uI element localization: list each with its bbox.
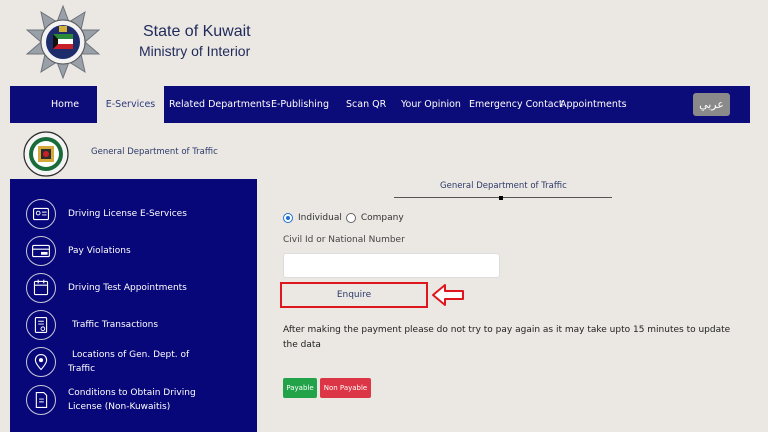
sidebar-item-traffic-transactions[interactable]: Traffic Transactions [10,310,257,344]
sidebar-item-label: Traffic Transactions [72,320,159,330]
site-header: State of Kuwait Ministry of Interior [0,0,768,86]
sidebar-item-label: Pay Violations [68,246,131,256]
civil-id-input[interactable] [283,253,500,278]
nav-e-services[interactable]: E-Services [97,86,164,123]
document-stamp-icon [26,310,56,340]
nav-home[interactable]: Home [51,86,79,123]
nav-e-publishing[interactable]: E-Publishing [271,86,329,123]
sidebar-item-conditions[interactable]: Conditions to Obtain Driving License (No… [10,385,257,419]
payment-card-icon [26,236,56,266]
sidebar-item-driving-test[interactable]: Driving Test Appointments [10,273,257,307]
main-title: General Department of Traffic [440,181,567,191]
nav-appointments[interactable]: Appointments [560,86,627,123]
payable-button[interactable]: Payable [283,378,317,398]
nav-related-departments[interactable]: Related Departments [169,86,271,123]
pdf-document-icon [26,385,56,415]
nav-scan-qr[interactable]: Scan QR [346,86,386,123]
calendar-icon [26,273,56,303]
language-toggle-button[interactable]: عربي [693,93,730,116]
sidebar-item-driving-license[interactable]: Driving License E-Services [10,199,257,233]
title-divider-dot [499,196,503,200]
title-divider [394,197,612,198]
radio-company[interactable] [345,213,356,223]
sidebar: Driving License E-Services Pay Violation… [10,179,257,432]
sidebar-item-label: Driving License E-Services [68,209,187,219]
location-pin-icon [26,347,56,377]
enquire-highlight-box: Enquire [280,282,428,308]
civil-id-label: Civil Id or National Number [283,235,405,245]
sidebar-item-label: Locations of Gen. Dept. of [72,350,190,360]
main-nav: Home E-Services Related Departments E-Pu… [10,86,750,123]
kuwait-police-emblem-icon[interactable] [26,4,100,82]
department-title: General Department of Traffic [91,147,218,157]
sidebar-item-label: Driving Test Appointments [68,283,187,293]
state-title: State of Kuwait [143,23,251,40]
radio-company-label[interactable]: Company [361,213,404,223]
ministry-title: Ministry of Interior [139,43,251,59]
department-header: General Department of Traffic [10,123,750,179]
nav-emergency-contact[interactable]: Emergency Contact [469,86,563,123]
nav-your-opinion[interactable]: Your Opinion [401,86,461,123]
customer-type-radio-group: Individual Company [283,213,404,223]
sidebar-item-pay-violations[interactable]: Pay Violations [10,236,257,270]
radio-individual[interactable] [283,213,293,223]
sidebar-item-locations[interactable]: Locations of Gen. Dept. of Traffic [10,347,257,381]
sidebar-item-label: Conditions to Obtain Driving [68,388,196,398]
radio-individual-label[interactable]: Individual [298,213,342,223]
pointer-arrow-icon [432,284,464,306]
payment-note: After making the payment please do not t… [283,325,731,350]
traffic-department-emblem-icon [23,131,69,177]
sidebar-item-label-line2: License (Non-Kuwaitis) [68,402,171,412]
driving-license-icon [26,199,56,229]
sidebar-item-label-line2: Traffic [68,364,96,374]
non-payable-button[interactable]: Non Payable [320,378,371,398]
enquire-button[interactable]: Enquire [282,284,426,306]
